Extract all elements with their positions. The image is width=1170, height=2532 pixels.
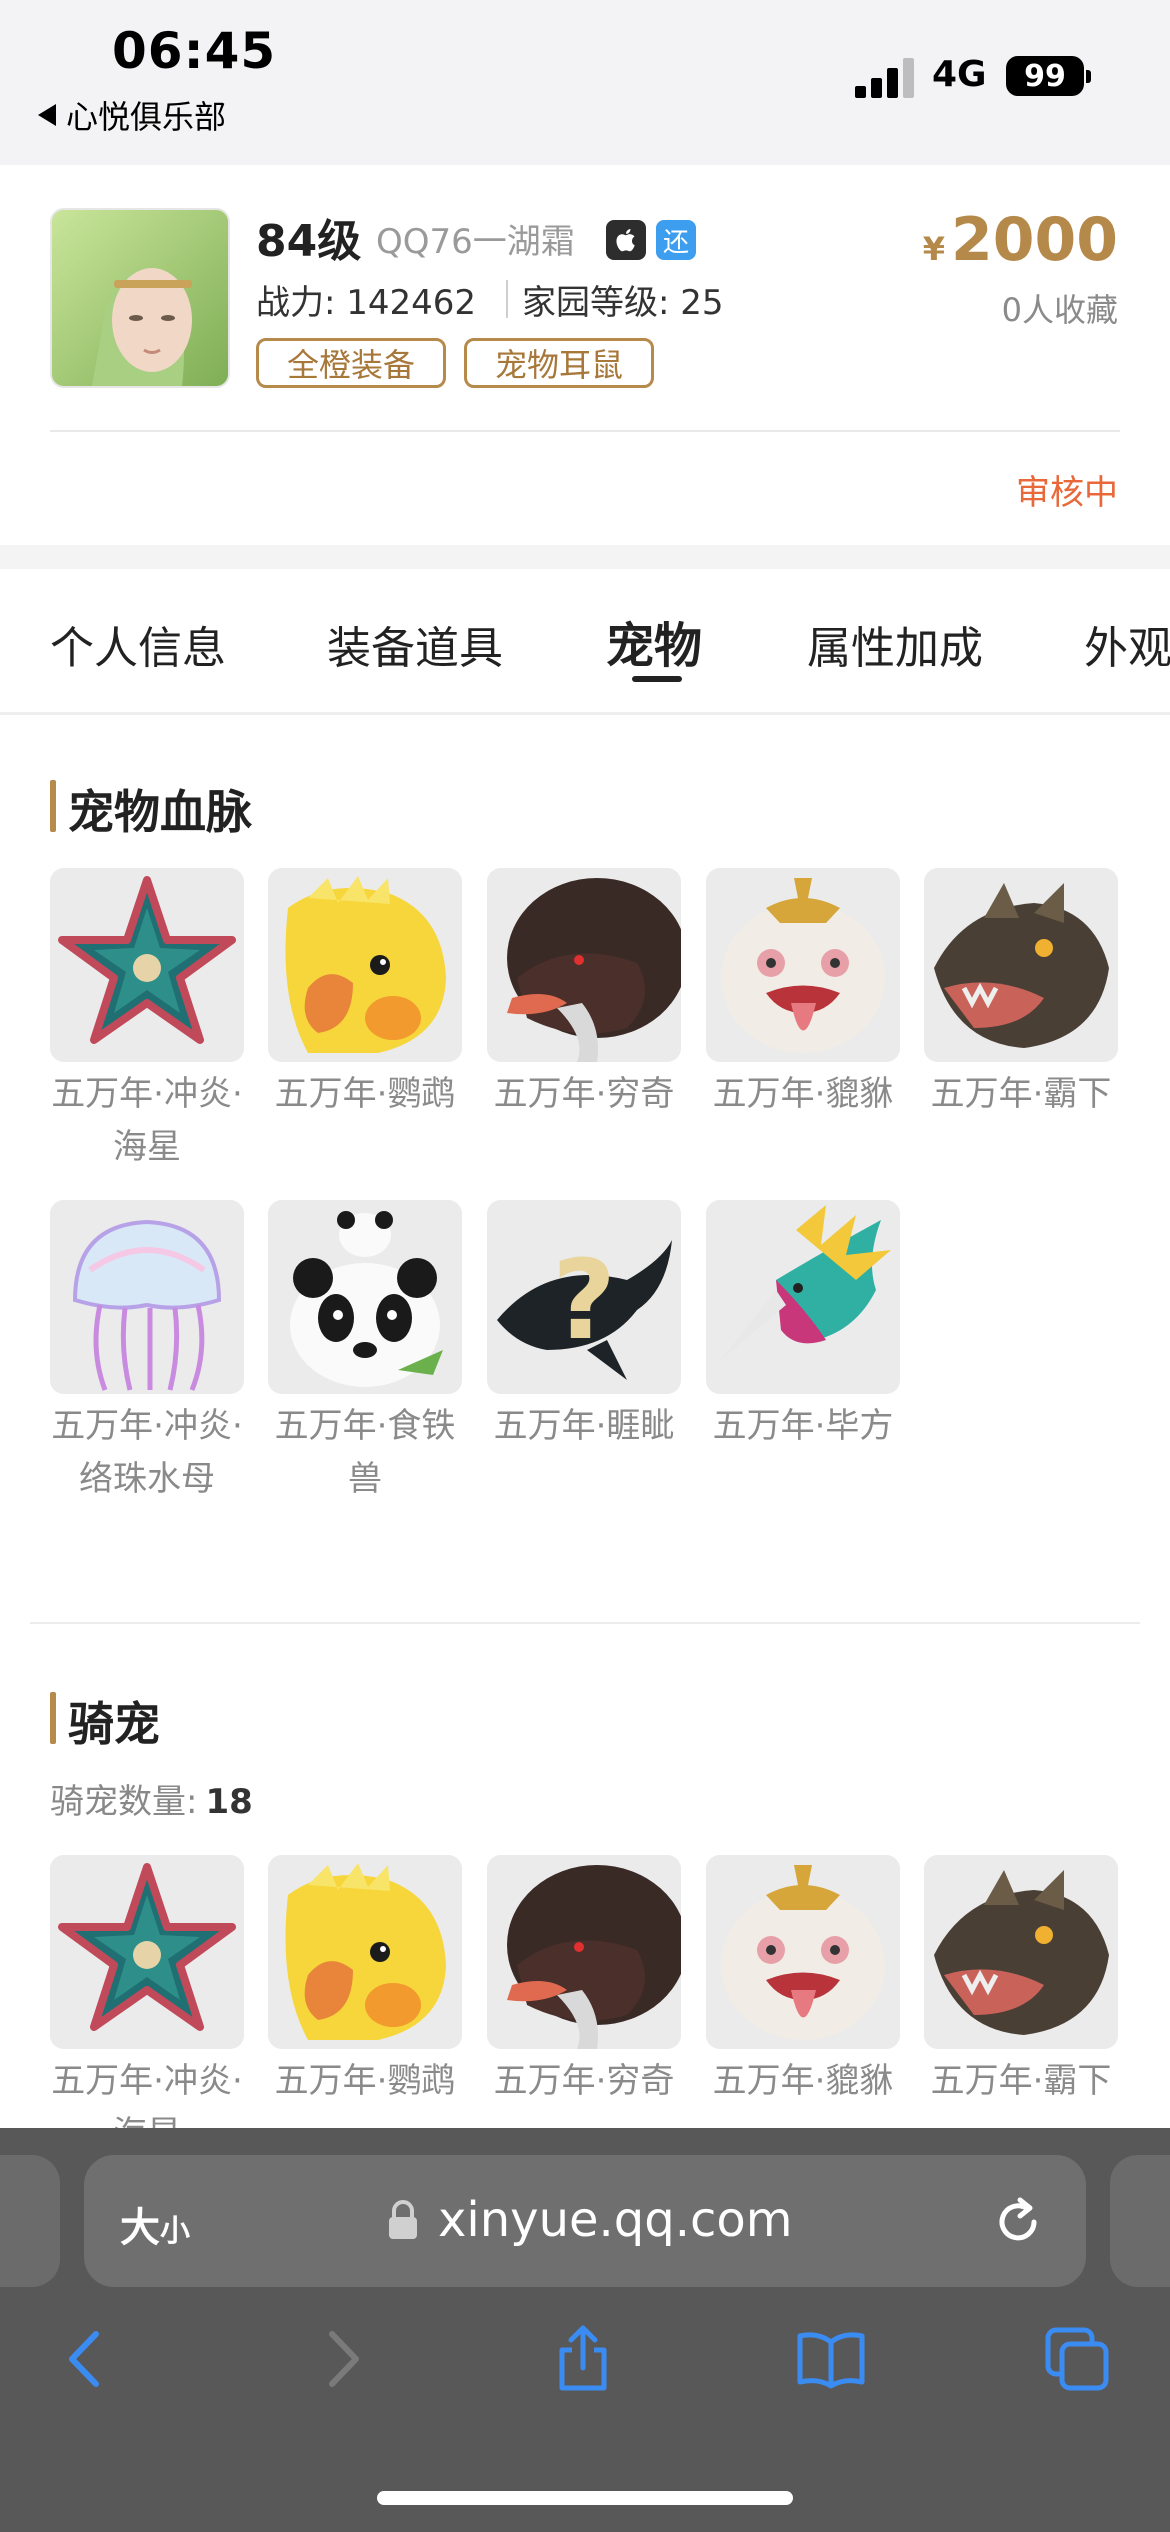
forward-icon[interactable] (306, 2324, 376, 2394)
mount-card[interactable]: 五万年·貔貅 (706, 1855, 900, 2108)
section-title-pet-bloodline: 宠物血脉 (68, 785, 252, 839)
pet-card[interactable]: 五万年·穷奇 (487, 868, 681, 1121)
starfish-icon (50, 868, 244, 1062)
mount-count: 骑宠数量: 18 (50, 1774, 253, 1823)
pet-name: 五万年·食铁兽 (274, 1406, 456, 1499)
text-size-large: 大 (120, 2205, 160, 2251)
text-size-small: 小 (160, 2214, 190, 2249)
yazi-icon: ? (487, 1200, 681, 1394)
section-accent-bar (50, 780, 56, 832)
svg-text:?: ? (552, 1236, 616, 1364)
pet-name: 五万年·毕方 (712, 1406, 894, 1446)
back-triangle-icon (38, 104, 56, 126)
divider (0, 712, 1170, 715)
pixiu-icon (706, 1855, 900, 2049)
mount-name: 五万年·鹦鹉 (274, 2061, 456, 2101)
back-app-label: 心悦俱乐部 (66, 98, 227, 136)
mount-name: 五万年·貔貅 (712, 2061, 894, 2101)
battery-icon: 99 (1006, 56, 1084, 96)
battery-level: 99 (1024, 58, 1066, 94)
section-title-mounts: 骑宠 (68, 1697, 160, 1751)
reload-icon[interactable] (990, 2194, 1046, 2250)
mount-card[interactable]: 五万年·鹦鹉 (268, 1855, 462, 2108)
tab-pets[interactable]: 宠物 (606, 606, 702, 676)
panda-icon (268, 1200, 462, 1394)
parrot-icon (268, 1855, 462, 2049)
tabs-icon[interactable] (1042, 2324, 1112, 2394)
favorite-count: 0人收藏 (1001, 291, 1118, 329)
apple-icon (606, 220, 646, 260)
qiongqi-icon (487, 1855, 681, 2049)
previous-tab-preview[interactable] (0, 2155, 60, 2287)
pet-card[interactable]: 五万年·冲炎·海星 (50, 868, 244, 1174)
divider (30, 1622, 1140, 1624)
review-status: 审核中 (1016, 473, 1118, 513)
baxia-icon (924, 868, 1118, 1062)
section-accent-bar (50, 1692, 56, 1744)
bookmarks-icon[interactable] (796, 2324, 866, 2394)
tag-pet: 宠物耳鼠 (464, 338, 654, 388)
pet-card[interactable]: 五万年·冲炎·络珠水母 (50, 1200, 244, 1506)
divider (506, 280, 508, 318)
return-badge: 还 (656, 220, 696, 260)
back-icon[interactable] (52, 2324, 122, 2394)
pet-name: 五万年·睚眦 (493, 1406, 675, 1446)
mount-card[interactable]: 五万年·冲炎·海星 (50, 1855, 244, 2161)
signal-icon (855, 58, 914, 98)
pet-name: 五万年·霸下 (930, 1074, 1112, 1114)
clock: 06:45 (112, 22, 277, 80)
pixiu-icon (706, 868, 900, 1062)
mount-card[interactable]: 五万年·霸下 (924, 1855, 1118, 2108)
pet-card[interactable]: 五万年·毕方 (706, 1200, 900, 1453)
mount-count-label: 骑宠数量: (50, 1782, 198, 1822)
mount-name: 五万年·霸下 (930, 2061, 1112, 2101)
pet-card[interactable]: 五万年·食铁兽 (268, 1200, 462, 1506)
pet-card[interactable]: 五万年·鹦鹉 (268, 868, 462, 1121)
battery-tip (1086, 70, 1091, 83)
next-tab-preview[interactable] (1110, 2155, 1170, 2287)
mount-card[interactable]: 五万年·穷奇 (487, 1855, 681, 2108)
bifang-icon (706, 1200, 900, 1394)
section-gap (0, 545, 1170, 569)
lock-icon (389, 2200, 417, 2239)
pet-card[interactable]: ? 五万年·睚眦 (487, 1200, 681, 1453)
avatar[interactable] (50, 208, 230, 388)
pet-name: 五万年·穷奇 (493, 1074, 675, 1114)
network-type: 4G (932, 54, 987, 95)
tab-personal-info[interactable]: 个人信息 (50, 612, 226, 676)
share-icon[interactable] (548, 2324, 618, 2394)
tag-orange-equipment: 全橙装备 (256, 338, 446, 388)
home-level: 家园等级: 25 (522, 283, 724, 323)
pet-name: 五万年·貔貅 (712, 1074, 894, 1114)
tab-equipment[interactable]: 装备道具 (327, 612, 503, 676)
tab-attribute-bonus[interactable]: 属性加成 (807, 612, 983, 676)
text-size-button[interactable]: 大小 (120, 2195, 190, 2253)
pet-name: 五万年·鹦鹉 (274, 1074, 456, 1114)
character-level: 84级 (256, 216, 362, 267)
mount-name: 五万年·穷奇 (493, 2061, 675, 2101)
pet-name: 五万年·冲炎·络珠水母 (51, 1406, 243, 1499)
pet-card[interactable]: 五万年·貔貅 (706, 868, 900, 1121)
starfish-icon (50, 1855, 244, 2049)
server-name: QQ76一湖霜 (376, 222, 575, 262)
url-text[interactable]: xinyue.qq.com (438, 2192, 793, 2248)
character-portrait-icon (52, 210, 228, 386)
jellyfish-icon (50, 1200, 244, 1394)
tab-appearance[interactable]: 外观 (1084, 612, 1170, 676)
baxia-icon (924, 1855, 1118, 2049)
pet-name: 五万年·冲炎·海星 (51, 1074, 243, 1167)
mount-count-value: 18 (205, 1782, 253, 1822)
parrot-icon (268, 868, 462, 1062)
active-tab-indicator (632, 676, 682, 682)
back-to-app-link[interactable]: 心悦俱乐部 (38, 92, 226, 138)
currency-symbol: ¥ (922, 230, 945, 268)
qiongqi-icon (487, 868, 681, 1062)
pet-card[interactable]: 五万年·霸下 (924, 868, 1118, 1121)
price-value: 2000 (951, 205, 1118, 275)
divider (50, 430, 1120, 432)
combat-power: 战力: 142462 (256, 283, 477, 323)
price: ¥ 2000 (923, 205, 1118, 275)
home-indicator[interactable] (377, 2491, 793, 2505)
